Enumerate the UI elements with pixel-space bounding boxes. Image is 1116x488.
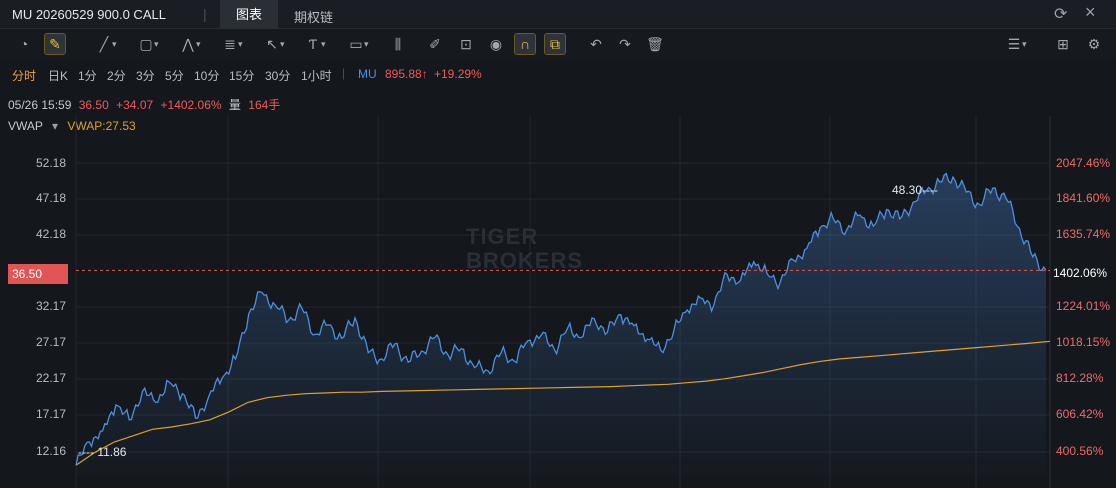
refresh-icon[interactable]: ⟳ — [1054, 4, 1067, 24]
y-axis-right-label: 400.56% — [1056, 444, 1104, 458]
undo-icon[interactable]: ↶ — [586, 34, 606, 54]
y-axis-right-label: 812.28% — [1056, 371, 1104, 385]
price-chart[interactable] — [0, 116, 1116, 488]
underlying-price: 895.88↑ — [385, 67, 428, 81]
period-divider: | — [342, 66, 346, 80]
y-axis-right-label: 1841.60% — [1056, 191, 1111, 205]
close-icon[interactable]: × — [1085, 2, 1096, 23]
link-icon[interactable]: ⧉ — [544, 33, 566, 55]
arrow-tool-icon[interactable]: ↖ — [262, 34, 284, 54]
redo-icon[interactable]: ↷ — [615, 34, 635, 54]
chart-area[interactable] — [0, 116, 1116, 488]
trash-icon[interactable]: 🗑 — [645, 34, 665, 54]
eraser-icon[interactable]: ✐ — [425, 34, 445, 54]
tab-option-chain[interactable]: 期权链 — [294, 7, 333, 26]
y-axis-left-label: 42.18 — [36, 227, 67, 241]
period-daily-k[interactable]: 日K — [48, 67, 68, 84]
underlying-change: +19.29% — [434, 67, 482, 81]
y-axis-left-label: 12.16 — [36, 444, 67, 458]
watermark-text-1: TIGER — [466, 224, 539, 249]
rectangle-tool-icon[interactable]: ▢ — [136, 34, 158, 54]
y-axis-left-label: 47.18 — [36, 191, 67, 205]
title-bar — [0, 0, 1116, 29]
wave-pattern-icon[interactable]: ⋀ — [178, 34, 200, 54]
fibonacci-icon[interactable]: ≣ — [220, 34, 242, 54]
y-axis-right-label: 1018.15% — [1056, 335, 1111, 349]
y-axis-right-label: 1224.01% — [1056, 299, 1111, 313]
list-view-icon[interactable]: ☰ — [1004, 34, 1027, 54]
high-marker-label: 48.30---- — [892, 183, 939, 197]
tab-chart[interactable]: 图表 — [220, 0, 278, 29]
watermark-logo: TIGER BROKERS — [466, 225, 583, 273]
y-axis-left-label: 52.18 — [36, 156, 67, 170]
pen-edit-icon[interactable]: ✎ — [44, 33, 66, 55]
period-2min[interactable]: 2分 — [107, 67, 126, 84]
y-axis-left-label: 32.17 — [36, 299, 67, 313]
period-1min[interactable]: 1分 — [78, 67, 97, 84]
period-10min[interactable]: 10分 — [194, 67, 219, 84]
text-tool-icon[interactable]: Ƭ — [303, 34, 326, 54]
quote-datetime: 05/26 15:59 — [8, 98, 72, 112]
period-15min[interactable]: 15分 — [229, 67, 254, 84]
y-axis-right-label: 606.42% — [1056, 407, 1104, 421]
watermark-text-2: BROKERS — [466, 248, 584, 273]
bar-measure-icon[interactable]: ⫼ — [388, 34, 408, 54]
magnet-icon[interactable]: ∩ — [514, 33, 536, 55]
lock-icon[interactable]: ⊡ — [456, 34, 476, 54]
quote-pct: +1402.06% — [160, 98, 222, 112]
period-intraday[interactable]: 分时 — [12, 67, 36, 84]
quote-price: 36.50 — [78, 98, 109, 112]
line-tool-icon[interactable]: ╱ — [94, 34, 117, 54]
label-tool-icon[interactable]: ▭ — [346, 34, 368, 54]
underlying-symbol[interactable]: MU — [358, 67, 377, 81]
eye-icon[interactable]: ◉ — [486, 34, 506, 54]
title-divider: | — [203, 6, 207, 22]
settings-gear-icon[interactable]: ⚙ — [1084, 34, 1104, 54]
period-30min[interactable]: 30分 — [265, 67, 290, 84]
quote-volume: 164手 — [248, 98, 281, 112]
low-marker-label: ---- 11.86 — [78, 445, 127, 459]
period-1hour[interactable]: 1小时 — [301, 67, 332, 84]
grid-layout-icon[interactable]: ⊞ — [1053, 34, 1073, 54]
current-price-tag: 36.50 — [8, 264, 68, 284]
current-pct-tag: 1402.06% — [1053, 266, 1108, 280]
quote-info-row: 05/26 15:59 36.50 +34.07 +1402.06% 量 164… — [8, 96, 280, 113]
speedometer-icon[interactable]: ◔ — [14, 34, 34, 54]
period-3min[interactable]: 3分 — [136, 67, 155, 84]
volume-label: 量 — [228, 98, 241, 112]
y-axis-left-label: 17.17 — [36, 407, 67, 421]
y-axis-right-label: 1635.74% — [1056, 227, 1111, 241]
window-title: MU 20260529 900.0 CALL — [12, 7, 166, 22]
period-5min[interactable]: 5分 — [165, 67, 184, 84]
y-axis-right-label: 2047.46% — [1056, 156, 1111, 170]
y-axis-left-label: 22.17 — [36, 371, 67, 385]
y-axis-left-label: 27.17 — [36, 335, 67, 349]
quote-change: +34.07 — [116, 98, 154, 112]
